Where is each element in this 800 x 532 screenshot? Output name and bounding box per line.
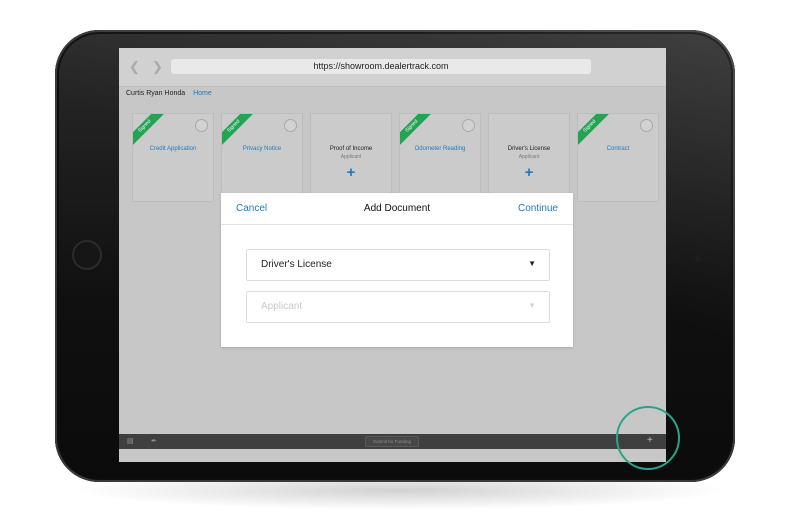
signed-badge: Signed (222, 114, 256, 149)
home-link[interactable]: Home (193, 90, 212, 97)
document-subtitle: Applicant (518, 154, 540, 160)
calculator-icon[interactable]: ▤ (127, 437, 134, 445)
signed-badge: Signed (400, 114, 434, 149)
signed-badge: Signed (578, 114, 612, 149)
document-title: Proof of Income (329, 146, 373, 152)
caret-down-icon: ▼ (528, 301, 536, 310)
select-circle-icon[interactable] (284, 119, 297, 132)
signed-badge: Signed (133, 114, 167, 149)
document-card-proof-of-income[interactable]: Proof of Income Applicant + (310, 113, 392, 202)
document-card-drivers-license[interactable]: Driver's License Applicant + (488, 113, 570, 202)
submit-for-funding-button[interactable]: Submit for Funding (365, 436, 419, 447)
document-type-select[interactable]: Driver's License ▼ (246, 249, 550, 281)
document-card-odometer-reading[interactable]: Signed Odometer Reading (399, 113, 481, 202)
select-circle-icon[interactable] (195, 119, 208, 132)
document-title: Credit Application (149, 146, 197, 152)
breadcrumb: Curtis Ryan Honda Home (126, 90, 212, 97)
add-document-dialog: Cancel Add Document Continue Driver's Li… (221, 193, 573, 347)
document-card-credit-application[interactable]: Signed Credit Application (132, 113, 214, 202)
select-circle-icon[interactable] (462, 119, 475, 132)
plus-icon[interactable]: + (489, 164, 569, 181)
select-circle-icon[interactable] (640, 119, 653, 132)
screen: ❮ ❯ https://showroom.dealertrack.com Cur… (119, 48, 666, 462)
dialog-header: Cancel Add Document Continue (221, 193, 573, 225)
document-title: Privacy Notice (242, 146, 282, 152)
plus-icon[interactable]: + (311, 164, 391, 181)
deal-name: Curtis Ryan Honda (126, 90, 186, 97)
applicant-select[interactable]: Applicant ▼ (246, 291, 550, 323)
document-title: Driver's License (507, 146, 551, 152)
document-type-value: Driver's License (261, 259, 332, 270)
signature-icon[interactable]: ✒ (151, 437, 157, 445)
document-title: Odometer Reading (414, 146, 466, 152)
bottom-toolbar: ▤ ✒ Submit for Funding + (119, 434, 666, 449)
browser-toolbar: ❮ ❯ https://showroom.dealertrack.com (119, 48, 666, 87)
document-card-contract[interactable]: Signed Contract (577, 113, 659, 202)
home-button[interactable] (72, 240, 102, 270)
caret-down-icon: ▼ (528, 259, 536, 268)
highlight-circle (616, 406, 680, 470)
chevron-right-icon[interactable]: ❯ (152, 59, 163, 75)
document-subtitle: Applicant (340, 154, 362, 160)
url-field[interactable]: https://showroom.dealertrack.com (171, 59, 591, 74)
applicant-placeholder: Applicant (261, 301, 303, 312)
document-title: Contract (606, 146, 630, 152)
document-card-privacy-notice[interactable]: Signed Privacy Notice (221, 113, 303, 202)
continue-button[interactable]: Continue (518, 203, 558, 214)
camera-dot (695, 255, 701, 261)
chevron-left-icon[interactable]: ❮ (129, 59, 140, 75)
